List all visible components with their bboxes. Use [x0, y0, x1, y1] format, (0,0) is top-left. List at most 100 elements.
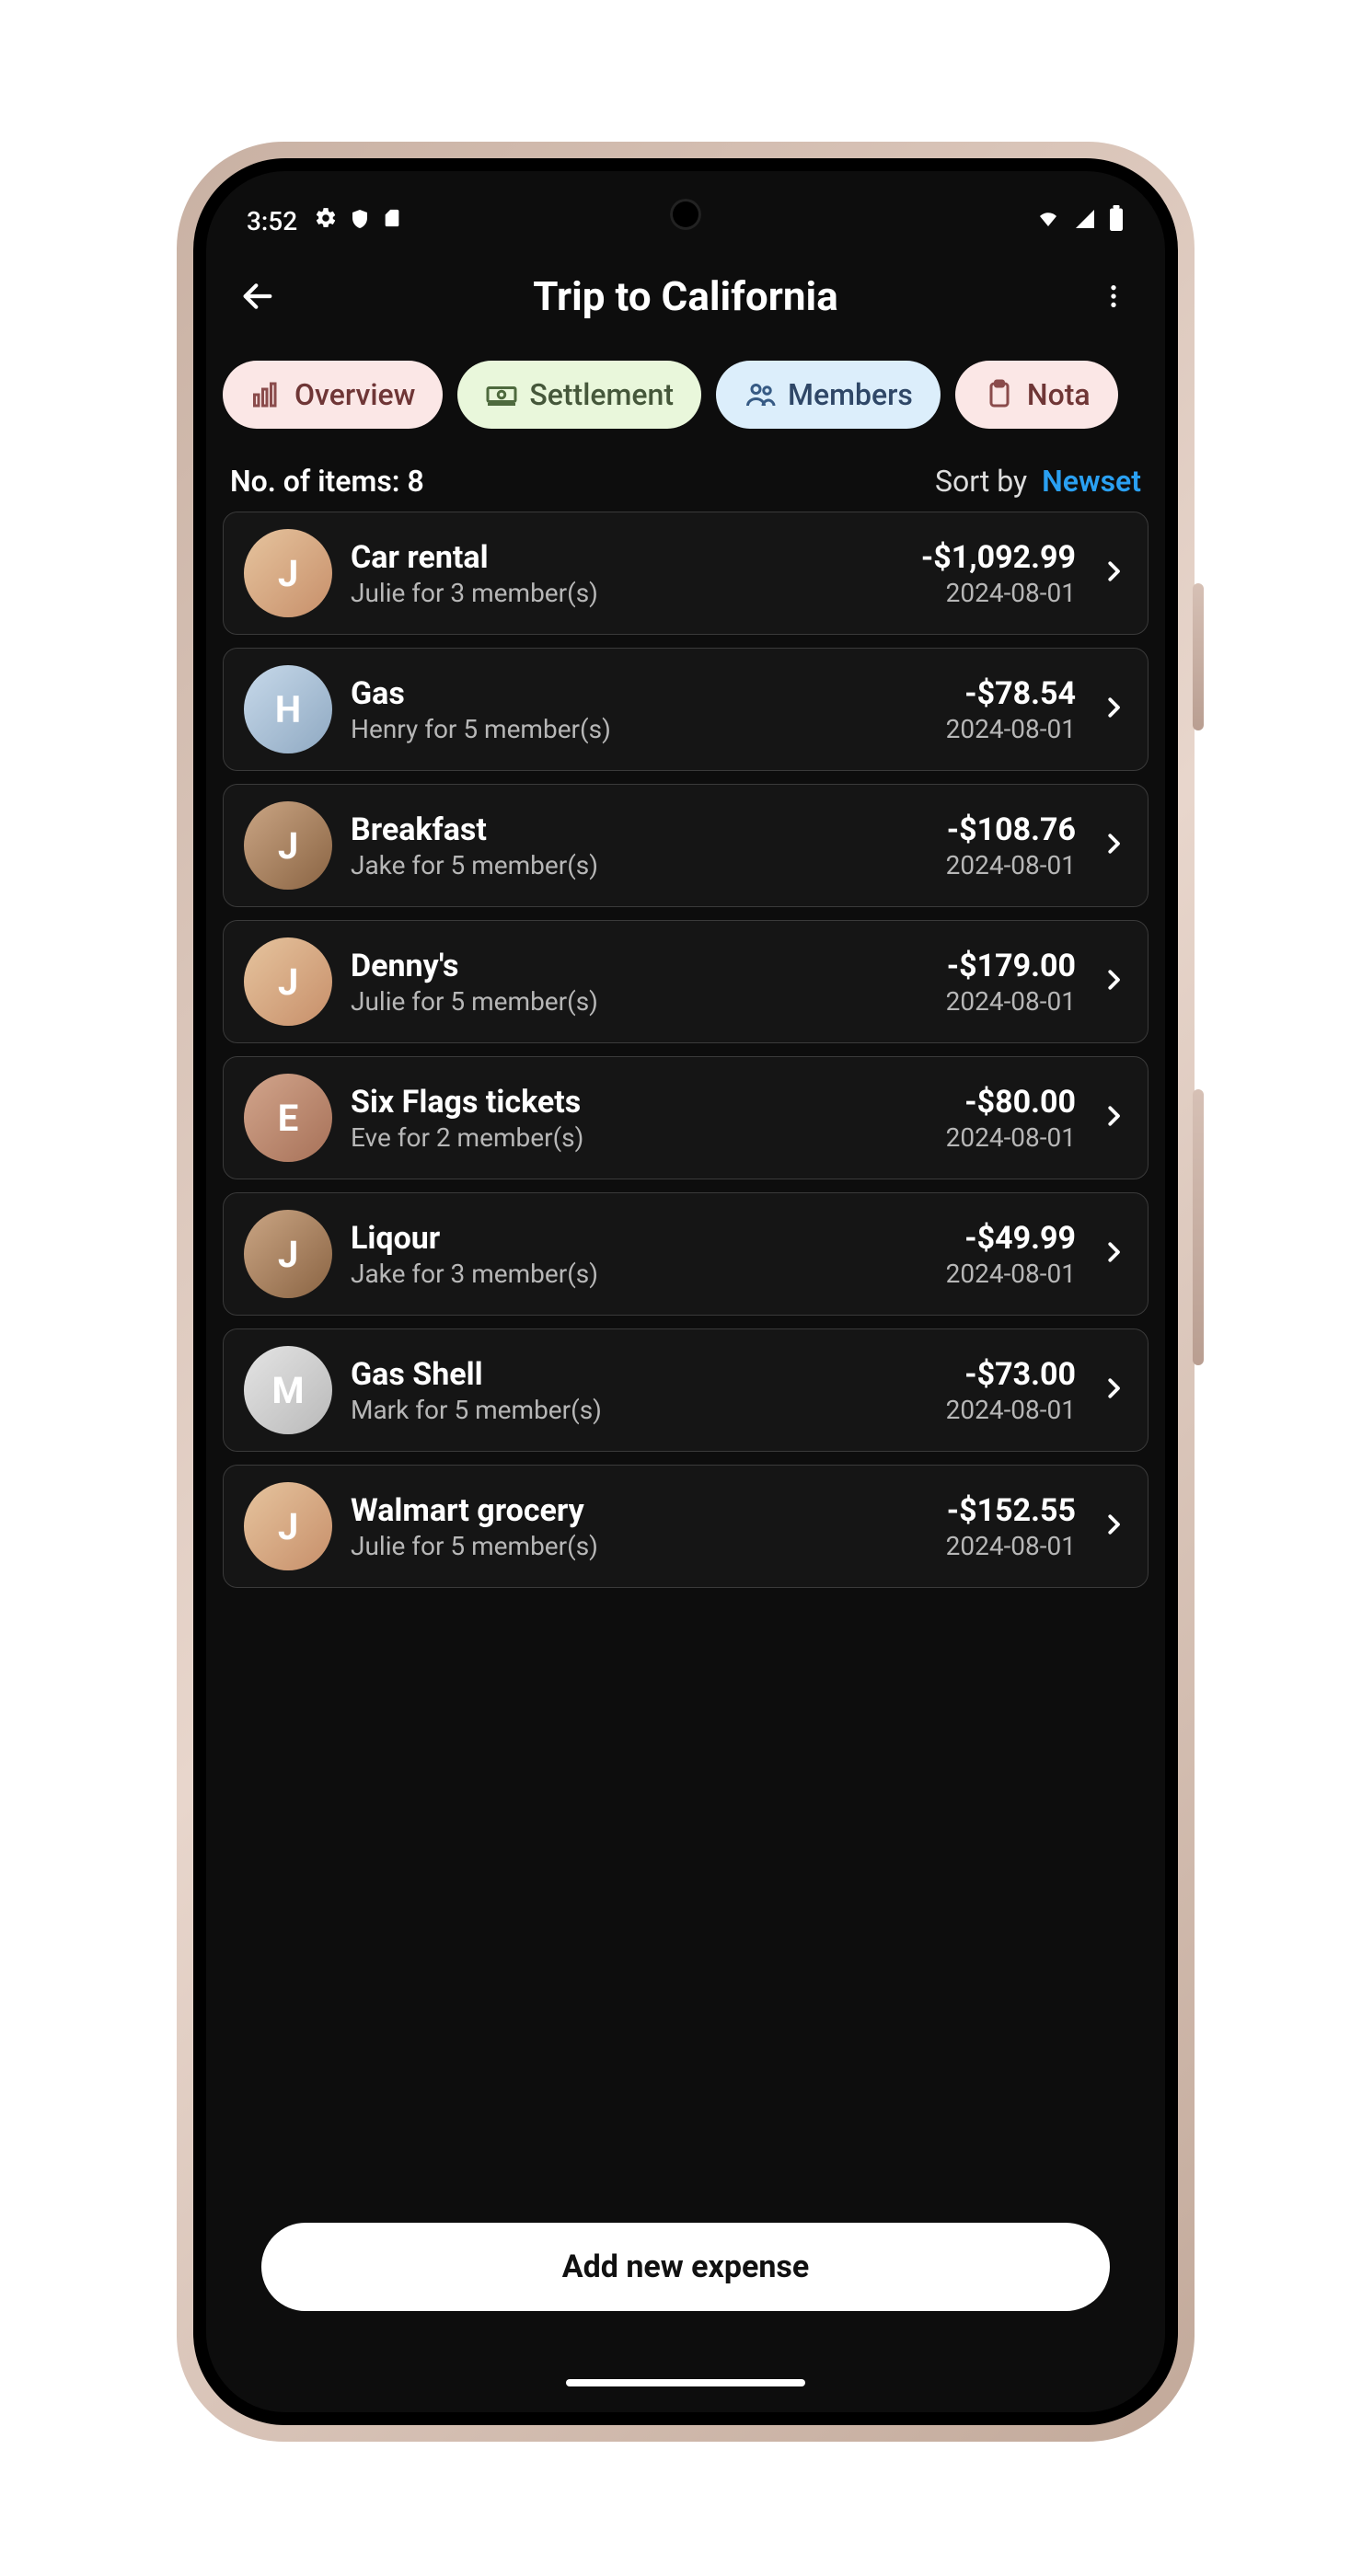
tab-chips[interactable]: Overview Settlement Members Nota	[206, 339, 1165, 436]
expense-row[interactable]: HGasHenry for 5 member(s)-$78.542024-08-…	[223, 648, 1148, 771]
sort-control[interactable]: Sort by Newset	[935, 464, 1141, 499]
more-vertical-icon	[1099, 282, 1128, 311]
clipboard-icon	[983, 378, 1016, 411]
home-indicator[interactable]	[566, 2379, 805, 2386]
expense-row[interactable]: J LiqourJake for 3 member(s) -$49.992024-0…	[223, 1192, 1148, 1316]
list-summary-row: No. of items: 8 Sort by Newset	[206, 436, 1165, 512]
expense-main: Six Flags ticketsEve for 2 member(s)	[351, 1084, 928, 1153]
expense-row[interactable]: JBreakfastJake for 5 member(s)-$108.7620…	[223, 784, 1148, 907]
expense-main: LiqourJake for 3 member(s)	[351, 1220, 928, 1289]
tab-notes[interactable]: Nota	[955, 361, 1118, 429]
expense-amount: -$108.76	[946, 811, 1076, 848]
chevron-right-icon	[1100, 694, 1127, 721]
expense-date: 2024-08-01	[946, 1395, 1076, 1425]
expense-amount: -$152.55	[946, 1492, 1076, 1529]
more-menu-button[interactable]	[1088, 270, 1139, 322]
expense-right: -$1,092.992024-08-01	[921, 539, 1076, 608]
expense-chevron	[1100, 1374, 1127, 1406]
expense-main: Walmart groceryJulie for 5 member(s)	[351, 1492, 928, 1561]
expense-right: -$78.542024-08-01	[946, 675, 1076, 744]
expense-right: -$108.762024-08-01	[946, 811, 1076, 880]
sort-by-label: Sort by	[935, 464, 1027, 499]
avatar: M	[244, 1346, 332, 1434]
expense-chevron	[1100, 558, 1127, 589]
expense-chevron	[1100, 694, 1127, 725]
expense-title: Walmart grocery	[351, 1492, 928, 1529]
expense-date: 2024-08-01	[946, 1531, 1076, 1561]
power-button	[1193, 1089, 1204, 1365]
expense-subtitle: Julie for 3 member(s)	[351, 578, 903, 608]
expense-subtitle: Henry for 5 member(s)	[351, 714, 928, 744]
chevron-right-icon	[1100, 1238, 1127, 1266]
expense-amount: -$80.00	[946, 1084, 1076, 1121]
arrow-left-icon	[239, 278, 276, 315]
expense-amount: -$179.00	[946, 948, 1076, 984]
chevron-right-icon	[1100, 1511, 1127, 1538]
chevron-right-icon	[1100, 1374, 1127, 1402]
tab-members[interactable]: Members	[716, 361, 941, 429]
sort-by-value: Newset	[1042, 464, 1141, 499]
expense-date: 2024-08-01	[946, 850, 1076, 880]
gear-icon	[314, 206, 338, 236]
avatar: E	[244, 1074, 332, 1162]
expense-subtitle: Julie for 5 member(s)	[351, 1531, 928, 1561]
expense-amount: -$73.00	[946, 1356, 1076, 1393]
back-button[interactable]	[232, 270, 283, 322]
camera-punch	[670, 199, 701, 230]
expense-chevron	[1100, 1238, 1127, 1270]
expense-subtitle: Julie for 5 member(s)	[351, 986, 928, 1017]
cash-icon	[485, 378, 518, 411]
tab-members-label: Members	[788, 377, 913, 412]
status-time: 3:52	[247, 206, 297, 236]
expense-main: Gas ShellMark for 5 member(s)	[351, 1356, 928, 1425]
expense-title: Breakfast	[351, 811, 928, 848]
expense-amount: -$1,092.99	[921, 539, 1076, 576]
expense-chevron	[1100, 1511, 1127, 1542]
expense-row[interactable]: J Denny'sJulie for 5 member(s) -$179.00202…	[223, 920, 1148, 1043]
expense-main: GasHenry for 5 member(s)	[351, 675, 928, 744]
expense-title: Denny's	[351, 948, 928, 984]
expense-row[interactable]: JWalmart groceryJulie for 5 member(s)-$1…	[223, 1465, 1148, 1588]
tab-settlement[interactable]: Settlement	[457, 361, 701, 429]
expense-title: Gas	[351, 675, 928, 712]
add-expense-button[interactable]: Add new expense	[261, 2223, 1110, 2311]
expense-date: 2024-08-01	[921, 578, 1076, 608]
expense-list[interactable]: J Car rentalJulie for 3 member(s) -$1,092.…	[206, 512, 1165, 1588]
sd-card-icon	[382, 206, 402, 236]
items-count-label: No. of items: 8	[230, 464, 424, 499]
chevron-right-icon	[1100, 558, 1127, 585]
screen: 3:52	[206, 171, 1165, 2412]
expense-chevron	[1100, 1102, 1127, 1133]
expense-right: -$179.002024-08-01	[946, 948, 1076, 1017]
expense-row[interactable]: J Car rentalJulie for 3 member(s) -$1,092.…	[223, 512, 1148, 635]
expense-right: -$49.992024-08-01	[946, 1220, 1076, 1289]
avatar: J	[244, 801, 332, 890]
volume-button	[1193, 583, 1204, 730]
expense-row[interactable]: E Six Flags ticketsEve for 2 member(s) -$8…	[223, 1056, 1148, 1179]
expense-date: 2024-08-01	[946, 986, 1076, 1017]
expense-amount: -$78.54	[946, 675, 1076, 712]
cell-signal-icon	[1073, 206, 1097, 236]
tab-settlement-label: Settlement	[529, 377, 674, 412]
expense-chevron	[1100, 966, 1127, 997]
members-icon	[744, 378, 777, 411]
expense-right: -$80.002024-08-01	[946, 1084, 1076, 1153]
avatar: J	[244, 1210, 332, 1298]
app-bar: Trip to California	[206, 254, 1165, 339]
bar-chart-icon	[250, 378, 283, 411]
wifi-icon	[1034, 206, 1062, 236]
expense-right: -$152.552024-08-01	[946, 1492, 1076, 1561]
avatar: J	[244, 937, 332, 1026]
chevron-right-icon	[1100, 1102, 1127, 1130]
expense-date: 2024-08-01	[946, 714, 1076, 744]
avatar: J	[244, 529, 332, 617]
expense-amount: -$49.99	[946, 1220, 1076, 1257]
expense-title: Car rental	[351, 539, 903, 576]
expense-title: Six Flags tickets	[351, 1084, 928, 1121]
expense-row[interactable]: M Gas ShellMark for 5 member(s) -$73.00202…	[223, 1328, 1148, 1452]
chevron-right-icon	[1100, 966, 1127, 994]
expense-right: -$73.002024-08-01	[946, 1356, 1076, 1425]
expense-date: 2024-08-01	[946, 1122, 1076, 1153]
expense-subtitle: Mark for 5 member(s)	[351, 1395, 928, 1425]
tab-overview[interactable]: Overview	[223, 361, 443, 429]
